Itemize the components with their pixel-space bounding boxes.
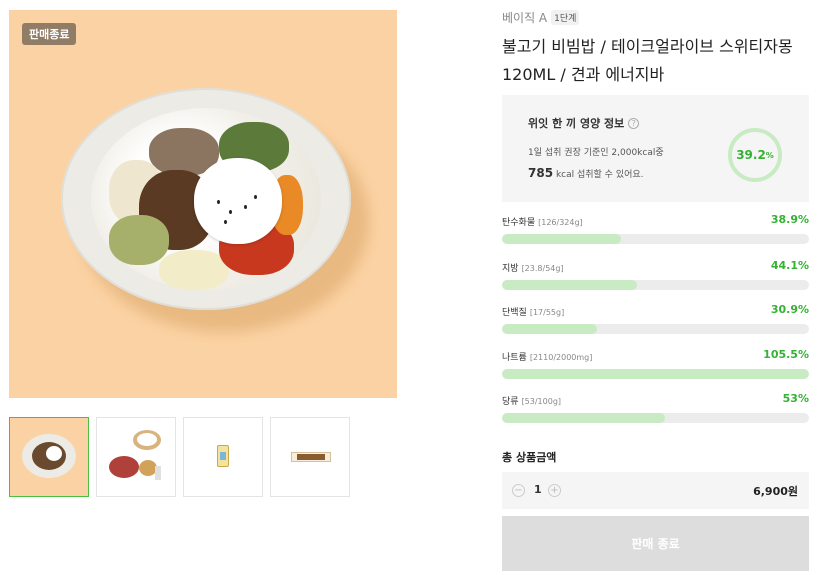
- calorie-ratio-value: 39.2: [736, 148, 766, 162]
- nutrient-detail: [17/55g]: [529, 308, 565, 317]
- nutrition-kcal: 785 kcal 섭취할 수 있어요.: [528, 166, 644, 180]
- sold-out-badge: 판매종료: [22, 23, 77, 45]
- nutrient-label: 지방 [23.8/54g]: [502, 261, 564, 274]
- nutrient-percent: 44.1%: [770, 259, 809, 272]
- nutrient-bar-fill: [502, 234, 622, 244]
- nutrient-bar-fill: [502, 280, 638, 290]
- nutrient-label: 당류 [53/100g]: [502, 394, 561, 407]
- quantity-row: − 1 + 6,900원: [502, 472, 809, 509]
- nutrient-bar-fill: [502, 369, 809, 379]
- thumbnail-meal-set[interactable]: [96, 417, 176, 497]
- quantity-value: 1: [534, 483, 542, 496]
- sesame-seed: [224, 220, 227, 224]
- nutrition-description: 1일 섭취 권장 기준인 2,000kcal중: [528, 148, 664, 158]
- calorie-ratio-unit: %: [765, 150, 774, 160]
- nutrition-title: 위잇 한 끼 영양 정보 ?: [528, 115, 640, 131]
- thumbnail-list: [9, 417, 350, 497]
- fried-egg: [194, 158, 282, 244]
- brand-name: 베이직 A: [502, 11, 548, 25]
- brand-line: 베이직 A 1단계: [502, 9, 580, 26]
- question-circle-icon[interactable]: ?: [628, 117, 640, 129]
- nutrient-name: 단백질: [502, 308, 527, 318]
- nutrient-percent: 53%: [782, 392, 809, 405]
- nutrient-name: 당류: [502, 397, 519, 407]
- kcal-value: 785: [528, 166, 554, 180]
- nutrient-fat: 지방 [23.8/54g] 44.1%: [502, 259, 809, 291]
- nutrient-bar: [502, 324, 809, 334]
- nutrient-name: 나트륨: [502, 353, 527, 363]
- level-badge: 1단계: [551, 10, 580, 25]
- thumb-drink-label: [220, 452, 226, 460]
- nutrition-title-text: 위잇 한 끼 영양 정보: [528, 117, 625, 130]
- thumb-bar-print: [297, 454, 325, 460]
- thumb-rice: [137, 433, 157, 446]
- quantity-minus-button[interactable]: −: [512, 484, 525, 497]
- nutrition-summary: 위잇 한 끼 영양 정보 ? 1일 섭취 권장 기준인 2,000kcal중 7…: [502, 95, 809, 202]
- thumb-side-dish: [109, 456, 139, 478]
- nutrient-bar: [502, 413, 809, 423]
- nutrient-bar-fill: [502, 324, 597, 334]
- nutrient-percent: 105.5%: [763, 348, 809, 361]
- nutrient-bar: [502, 234, 809, 244]
- quantity-plus-button[interactable]: +: [548, 484, 561, 497]
- nutrient-name: 지방: [502, 264, 519, 274]
- kcal-suffix: kcal 섭취할 수 있어요.: [555, 170, 644, 180]
- nutrient-sodium: 나트륨 [2110/2000mg] 105.5%: [502, 348, 809, 380]
- sesame-seed: [254, 195, 257, 199]
- thumbnail-drink[interactable]: [183, 417, 263, 497]
- nutrient-carbs: 탄수화물 [126/324g] 38.9%: [502, 213, 809, 245]
- thumbnail-energy-bar[interactable]: [270, 417, 350, 497]
- nutrient-name: 탄수화물: [502, 218, 536, 228]
- sesame-seed: [229, 210, 232, 214]
- sprouts-topping: [159, 250, 229, 290]
- total-price-label: 총 상품금액: [502, 451, 557, 464]
- product-title-line-2: 120ML / 견과 에너지바: [502, 65, 665, 84]
- nutrient-label: 나트륨 [2110/2000mg]: [502, 350, 592, 363]
- nutrient-bar: [502, 369, 809, 379]
- thumb-egg: [46, 446, 62, 461]
- sold-out-button[interactable]: 판매 종료: [502, 516, 809, 571]
- nutrient-detail: [23.8/54g]: [521, 264, 564, 273]
- thumbnail-bibimbap[interactable]: [9, 417, 89, 497]
- calorie-ratio-ring: 39.2%: [728, 128, 782, 182]
- nutrient-label: 단백질 [17/55g]: [502, 305, 564, 318]
- nutrient-detail: [126/324g]: [538, 218, 583, 227]
- total-price: 6,900원: [753, 485, 798, 498]
- nutrient-percent: 38.9%: [770, 213, 809, 226]
- product-title-line-1: 불고기 비빔밥 / 테이크얼라이브 스위티자몽: [502, 37, 793, 56]
- thumb-bottle: [155, 466, 161, 480]
- nutrient-bar-fill: [502, 413, 665, 423]
- nutrient-detail: [53/100g]: [521, 397, 562, 406]
- nutrient-label: 탄수화물 [126/324g]: [502, 215, 583, 228]
- nutrient-protein: 단백질 [17/55g] 30.9%: [502, 303, 809, 335]
- sesame-seed: [217, 200, 220, 204]
- zucchini-topping: [109, 215, 169, 265]
- product-title: 불고기 비빔밥 / 테이크얼라이브 스위티자몽 120ML / 견과 에너지바: [502, 33, 822, 89]
- sesame-seed: [244, 205, 247, 209]
- nutrient-sugar: 당류 [53/100g] 53%: [502, 392, 809, 424]
- nutrient-percent: 30.9%: [770, 303, 809, 316]
- nutrient-detail: [2110/2000mg]: [529, 353, 593, 362]
- main-product-image: 판매종료: [9, 10, 397, 398]
- nutrient-bar: [502, 280, 809, 290]
